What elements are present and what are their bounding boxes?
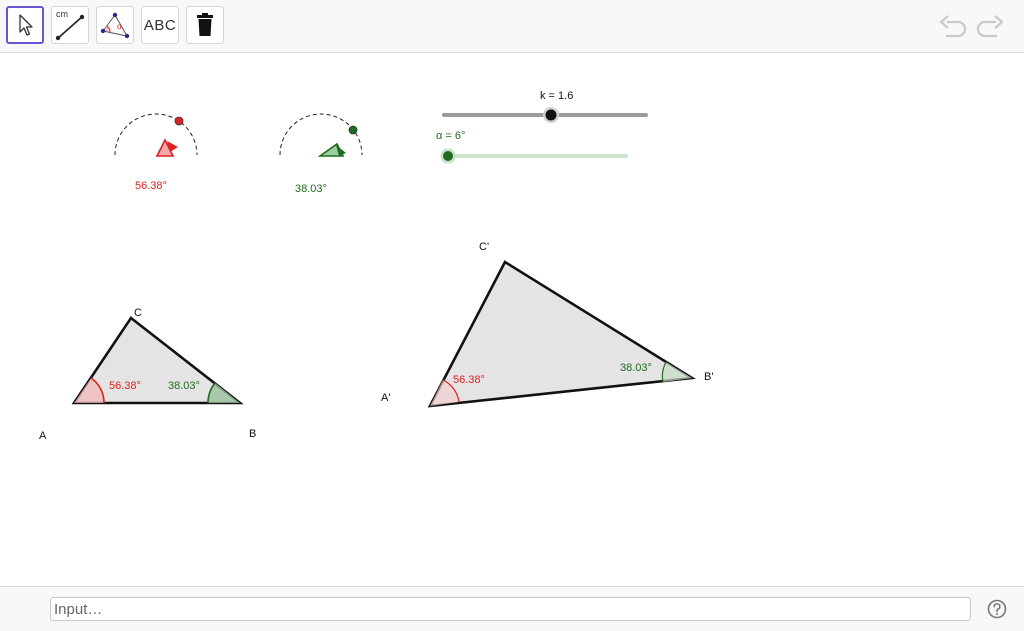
distance-icon: cm (55, 9, 85, 41)
text-tool-button[interactable]: ABC (141, 6, 179, 44)
point-a-label: A (39, 430, 47, 442)
point-b-label: B (249, 428, 256, 440)
green-angle-handle[interactable] (348, 125, 358, 135)
angle-b-label: 38.03° (168, 380, 200, 392)
point-c-prime-label: C' (479, 241, 489, 253)
angle-tool-button[interactable]: α (96, 6, 134, 44)
triangle-abc[interactable]: 56.38° 38.03° A B C (39, 307, 256, 442)
red-angle-display[interactable]: 56.38° (114, 113, 198, 192)
slider-k[interactable]: k = 1.6 (442, 90, 648, 123)
green-angle-display[interactable]: 38.03° (279, 113, 363, 195)
point-c-label: C (134, 307, 142, 319)
angle-a-label: 56.38° (109, 380, 141, 392)
slider-alpha-thumb[interactable] (443, 151, 453, 161)
undo-icon (939, 15, 967, 38)
distance-tool-button[interactable]: cm (51, 6, 89, 44)
slider-alpha-label: α = 6° (436, 130, 465, 142)
help-button[interactable] (987, 599, 1007, 619)
svg-text:cm: cm (56, 9, 68, 19)
slider-alpha[interactable]: α = 6° (436, 130, 628, 164)
move-tool-button[interactable] (6, 6, 44, 44)
redo-button[interactable] (975, 14, 1005, 40)
green-dashed-arc (279, 113, 363, 156)
slider-k-label: k = 1.6 (540, 90, 573, 102)
arrow-cursor-icon (19, 14, 33, 36)
delete-tool-button[interactable] (186, 6, 224, 44)
slider-k-thumb[interactable] (545, 109, 557, 121)
redo-icon (976, 15, 1004, 38)
input-bar (0, 586, 1024, 631)
undo-button[interactable] (938, 14, 968, 40)
text-icon: ABC (143, 16, 177, 34)
point-b-prime-label: B' (704, 371, 713, 383)
graphics-view[interactable]: 56.38° 38.03° k = 1.6 α = 6° 56.38° 38.0… (0, 53, 1024, 585)
angle-icon: α (100, 12, 130, 39)
red-angle-handle[interactable] (174, 116, 184, 126)
green-angle-value: 38.03° (295, 183, 327, 195)
red-angle-value: 56.38° (135, 180, 167, 192)
point-a-prime-label: A' (381, 392, 390, 404)
geometry-canvas: 56.38° 38.03° k = 1.6 α = 6° 56.38° 38.0… (39, 90, 713, 442)
red-dashed-arc (114, 113, 198, 156)
algebra-input-field[interactable] (50, 597, 971, 621)
angle-b-prime-label: 38.03° (620, 362, 652, 374)
triangle-prime[interactable]: 56.38° 38.03° A' B' C' (381, 241, 713, 408)
trash-icon (197, 13, 213, 36)
toolbar: cm α ABC (0, 0, 1024, 53)
svg-text:α: α (117, 22, 122, 31)
angle-a-prime-label: 56.38° (453, 374, 485, 386)
help-icon (987, 599, 1007, 619)
